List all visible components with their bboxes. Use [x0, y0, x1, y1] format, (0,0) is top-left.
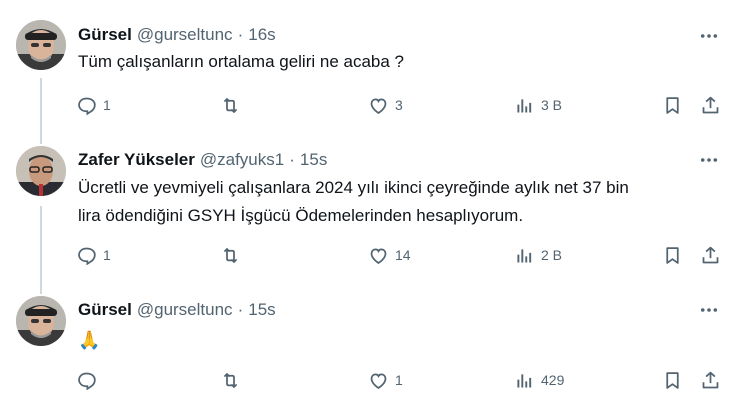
- views-count: 3 B: [541, 97, 563, 113]
- share-button[interactable]: [700, 242, 721, 268]
- share-button[interactable]: [700, 92, 721, 118]
- avatar[interactable]: [16, 296, 66, 346]
- like-button[interactable]: 1: [368, 367, 403, 393]
- views-button[interactable]: 3 B: [514, 92, 562, 118]
- reply-button[interactable]: 1: [76, 242, 111, 268]
- tweet-text-line: Ücretli ve yevmiyeli çalışanlara 2024 yı…: [78, 178, 629, 197]
- author-handle[interactable]: @gurseltunc: [137, 300, 233, 320]
- timestamp[interactable]: 16s: [248, 25, 275, 45]
- bookmark-button[interactable]: [662, 92, 683, 118]
- like-count: 1: [395, 372, 403, 388]
- views-chart-icon: [517, 373, 532, 387]
- more-dots-icon: [700, 34, 718, 38]
- reply-icon: [78, 247, 96, 265]
- reply-icon: [78, 97, 96, 115]
- like-button[interactable]: 14: [368, 242, 411, 268]
- share-icon: [702, 371, 719, 388]
- separator-dot: ·: [237, 25, 244, 44]
- views-chart-icon: [517, 248, 532, 262]
- share-icon: [702, 96, 719, 113]
- bookmark-icon: [666, 96, 679, 114]
- heart-icon: [370, 372, 387, 389]
- timestamp[interactable]: 15s: [300, 150, 327, 170]
- like-button[interactable]: 3: [368, 92, 403, 118]
- views-button[interactable]: 429: [514, 367, 564, 393]
- more-button[interactable]: [696, 150, 722, 170]
- tweet-text-line: lira ödendiğini GSYH İşgücü Ödemelerinde…: [78, 206, 524, 225]
- views-count: 429: [541, 372, 565, 388]
- like-count: 14: [395, 247, 411, 263]
- tweet-text: Ücretli ve yevmiyeli çalışanlara 2024 yı…: [78, 174, 708, 230]
- tweet-text: Tüm çalışanların ortalama geliri ne acab…: [78, 52, 404, 71]
- tweet-text: 🙏: [78, 330, 101, 350]
- tweet-3[interactable]: Gürsel @gurseltunc · 15s 🙏 1 429: [0, 290, 730, 420]
- bookmark-button[interactable]: [662, 242, 683, 268]
- bookmark-icon: [666, 371, 679, 389]
- share-button[interactable]: [700, 367, 721, 393]
- reply-icon: [78, 372, 96, 390]
- author-name[interactable]: Gürsel: [78, 300, 132, 320]
- author-handle[interactable]: @gurseltunc: [137, 25, 233, 45]
- reply-button[interactable]: 1: [76, 92, 111, 118]
- tweet-header: Gürsel @gurseltunc · 16s: [78, 24, 276, 46]
- reply-count: 1: [103, 97, 111, 113]
- more-button[interactable]: [696, 300, 722, 320]
- tweet-1[interactable]: Gürsel @gurseltunc · 16s Tüm çalışanları…: [0, 0, 730, 140]
- tweet-header: Gürsel @gurseltunc · 15s: [78, 299, 276, 321]
- author-handle[interactable]: @zafyuks1: [200, 150, 284, 170]
- heart-icon: [370, 247, 387, 264]
- more-button[interactable]: [696, 26, 722, 46]
- reply-button[interactable]: [76, 367, 103, 393]
- retweet-button[interactable]: [220, 367, 247, 393]
- tweet-header: Zafer Yükseler @zafyuks1 · 15s: [78, 149, 327, 171]
- tweet-2[interactable]: Zafer Yükseler @zafyuks1 · 15s Ücretli v…: [0, 140, 730, 290]
- author-name[interactable]: Zafer Yükseler: [78, 150, 195, 170]
- more-dots-icon: [700, 308, 718, 312]
- thread-connector-line: [40, 290, 42, 294]
- views-button[interactable]: 2 B: [514, 242, 562, 268]
- separator-dot: ·: [289, 150, 295, 169]
- bookmark-icon: [666, 246, 679, 264]
- retweet-icon: [223, 372, 238, 388]
- views-count: 2 B: [541, 247, 563, 263]
- heart-icon: [370, 97, 387, 114]
- author-name[interactable]: Gürsel: [78, 25, 132, 45]
- thread-connector-line: [40, 140, 42, 144]
- share-icon: [702, 246, 719, 263]
- retweet-button[interactable]: [220, 92, 247, 118]
- views-chart-icon: [517, 98, 532, 112]
- tweet-actions: 1 3 3 B: [0, 92, 730, 118]
- tweet-actions: 1 14 2 B: [0, 242, 730, 268]
- avatar[interactable]: [16, 146, 66, 196]
- separator-dot: ·: [237, 300, 244, 319]
- reply-count: 1: [103, 247, 111, 263]
- tweet-actions: 1 429: [0, 367, 730, 393]
- bookmark-button[interactable]: [662, 367, 683, 393]
- retweet-button[interactable]: [220, 242, 247, 268]
- retweet-icon: [223, 97, 238, 113]
- more-dots-icon: [700, 158, 718, 162]
- like-count: 3: [395, 97, 403, 113]
- retweet-icon: [223, 247, 238, 263]
- timestamp[interactable]: 15s: [248, 300, 275, 320]
- avatar[interactable]: [16, 20, 66, 70]
